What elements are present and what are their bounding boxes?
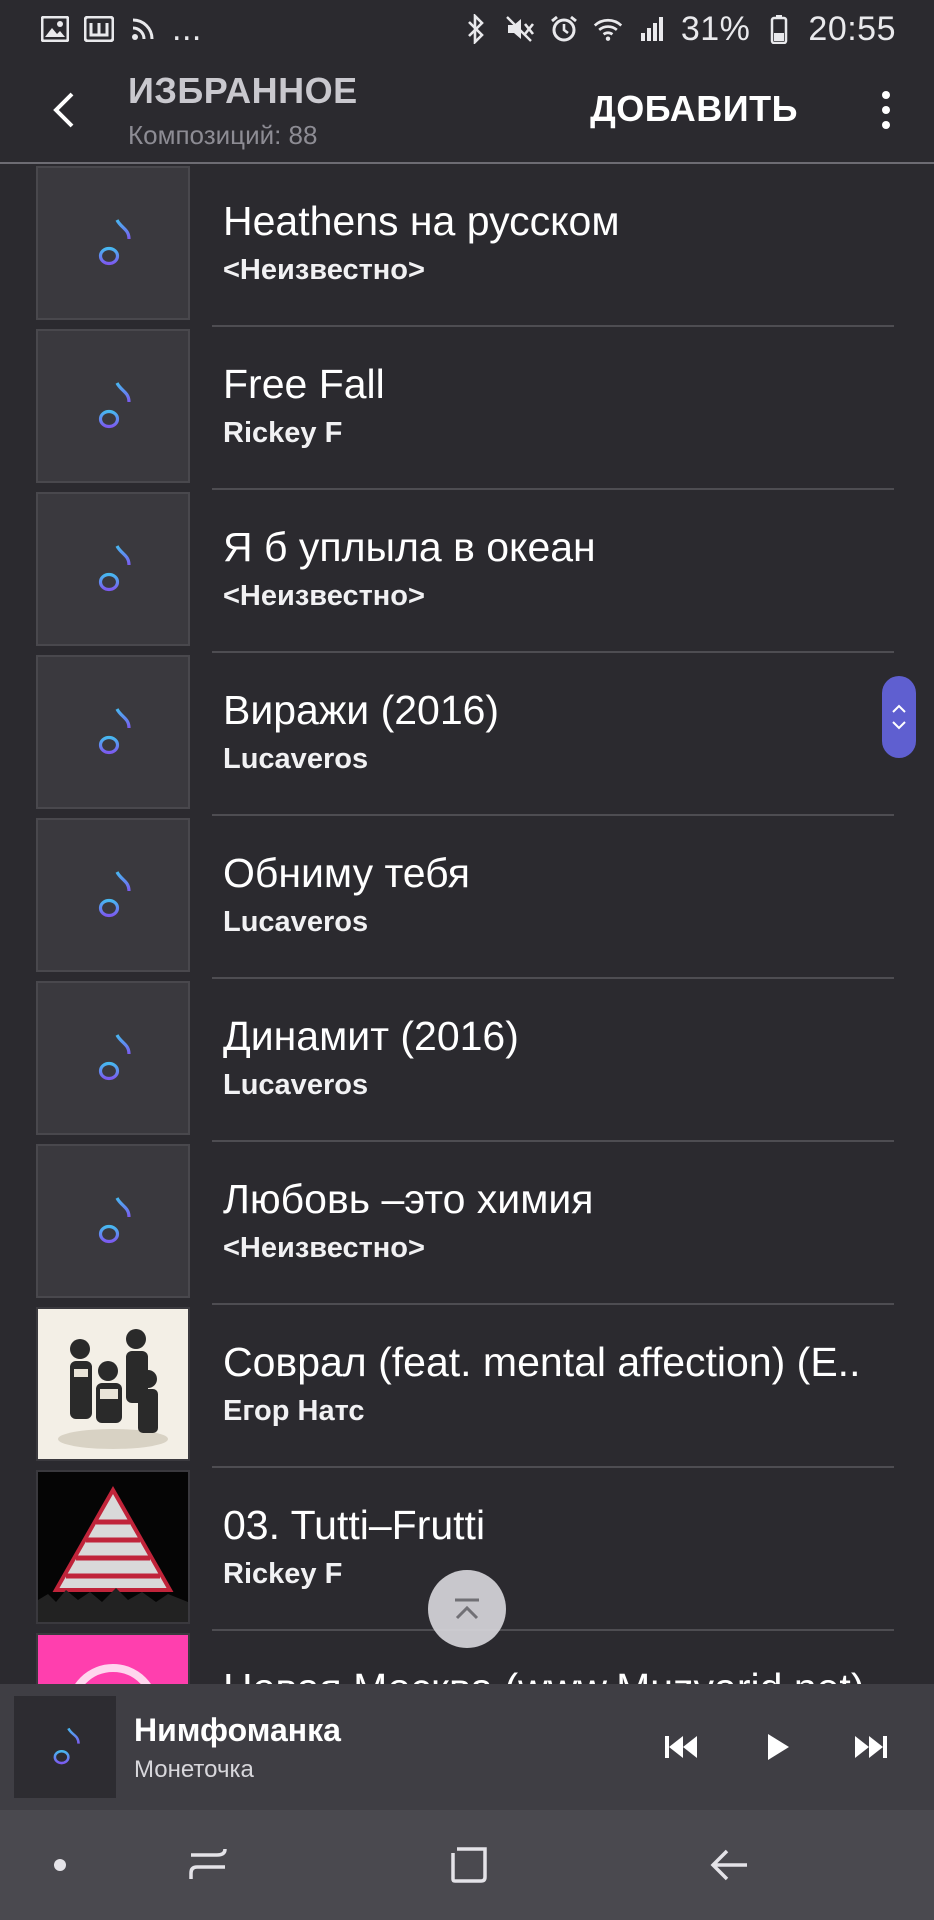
music-note-icon bbox=[98, 871, 131, 918]
mute-icon bbox=[505, 14, 535, 44]
skip-next-icon bbox=[855, 1736, 887, 1758]
album-art bbox=[36, 492, 190, 646]
recent-apps-button[interactable] bbox=[183, 1840, 233, 1890]
track-artist: <Неизвестно> bbox=[223, 1232, 425, 1264]
status-bar-left: ... bbox=[40, 10, 202, 49]
track-row[interactable]: Соврал (feat. mental affection) (E.. Егор… bbox=[0, 1305, 934, 1468]
status-bar-right: 31% 20:55 bbox=[461, 10, 896, 49]
music-note-icon bbox=[98, 219, 131, 266]
track-row[interactable]: Heathens на русском <Неизвестно> bbox=[0, 164, 934, 327]
track-row[interactable]: Я б уплыла в океан <Неизвестно> bbox=[0, 490, 934, 653]
track-title: Любовь –это химия bbox=[223, 1176, 594, 1222]
album-art bbox=[36, 1144, 190, 1298]
page-title: ИЗБРАННОЕ bbox=[128, 70, 358, 111]
chevron-up-icon bbox=[892, 704, 906, 713]
track-title: Новая Москва (www.Muzvarid.net) bbox=[223, 1665, 864, 1684]
track-artist: Rickey F bbox=[223, 1558, 343, 1590]
signal-icon bbox=[637, 14, 667, 44]
album-art bbox=[36, 1470, 190, 1624]
battery-icon bbox=[764, 14, 794, 44]
rss-icon bbox=[128, 14, 158, 44]
navigation-bar bbox=[0, 1810, 934, 1920]
track-row[interactable]: Виражи (2016) Lucaveros bbox=[0, 653, 934, 816]
back-button[interactable] bbox=[38, 84, 90, 136]
album-art bbox=[36, 329, 190, 483]
music-note-icon bbox=[98, 708, 131, 755]
album-art-pink bbox=[38, 1635, 188, 1684]
w-app-icon bbox=[84, 14, 114, 44]
scroll-to-top-icon bbox=[455, 1598, 479, 1620]
recent-apps-icon bbox=[189, 1848, 227, 1879]
music-note-icon bbox=[98, 545, 131, 592]
track-artist: <Неизвестно> bbox=[223, 580, 425, 612]
track-row[interactable]: Любовь –это химия <Неизвестно> bbox=[0, 1142, 934, 1305]
now-playing-artist: Монеточка bbox=[134, 1756, 254, 1783]
more-vertical-icon-dot bbox=[882, 91, 890, 99]
track-title: Динамит (2016) bbox=[223, 1013, 519, 1059]
next-button[interactable] bbox=[846, 1722, 896, 1772]
track-title: Я б уплыла в океан bbox=[223, 524, 596, 570]
track-count: Композиций: 88 bbox=[128, 120, 318, 150]
track-row[interactable]: Динамит (2016) Lucaveros bbox=[0, 979, 934, 1142]
music-note-icon bbox=[98, 1034, 131, 1081]
track-artist: <Неизвестно> bbox=[223, 254, 425, 286]
track-artist: Егор Натс bbox=[223, 1395, 365, 1427]
gallery-icon bbox=[40, 14, 70, 44]
previous-button[interactable] bbox=[656, 1722, 706, 1772]
track-list[interactable]: Heathens на русском <Неизвестно> Free Fall… bbox=[0, 164, 934, 1684]
add-button[interactable]: ДОБАВИТЬ bbox=[590, 88, 798, 130]
play-button[interactable] bbox=[753, 1722, 803, 1772]
clock: 20:55 bbox=[808, 9, 896, 48]
more-options-button[interactable] bbox=[864, 84, 908, 136]
music-note-icon bbox=[98, 382, 131, 429]
track-row[interactable]: Free Fall Rickey F bbox=[0, 327, 934, 490]
track-title: Виражи (2016) bbox=[223, 687, 500, 733]
chevron-down-icon bbox=[892, 721, 906, 730]
album-art bbox=[36, 655, 190, 809]
dot-icon bbox=[54, 1859, 66, 1871]
album-art bbox=[36, 1633, 190, 1684]
nav-dot-button[interactable] bbox=[35, 1840, 85, 1890]
album-art bbox=[36, 818, 190, 972]
track-title: Heathens на русском bbox=[223, 198, 620, 244]
more-vertical-icon-dot bbox=[882, 106, 890, 114]
track-artist: Lucaveros bbox=[223, 1069, 369, 1101]
track-row[interactable]: Обниму тебя Lucaveros bbox=[0, 816, 934, 979]
skip-previous-icon bbox=[665, 1736, 697, 1758]
track-title: Соврал (feat. mental affection) (E.. bbox=[223, 1339, 861, 1385]
now-playing-title: Нимфоманка bbox=[134, 1712, 341, 1748]
more-vertical-icon-dot bbox=[882, 121, 890, 129]
album-art-triangle bbox=[38, 1472, 188, 1622]
bluetooth-icon bbox=[461, 14, 491, 44]
back-nav-button[interactable] bbox=[705, 1840, 755, 1890]
fast-scroll-handle[interactable] bbox=[882, 676, 916, 758]
track-title: Обниму тебя bbox=[223, 850, 470, 896]
track-title: 03. Tutti–Frutti bbox=[223, 1502, 486, 1548]
home-icon bbox=[451, 1847, 487, 1883]
more-notifications: ... bbox=[172, 9, 202, 48]
alarm-icon bbox=[549, 14, 579, 44]
music-note-icon bbox=[98, 1197, 131, 1244]
wifi-icon bbox=[593, 14, 623, 44]
track-artist: Rickey F bbox=[223, 417, 343, 449]
back-arrow-icon bbox=[710, 1849, 747, 1881]
album-art-group-illustration bbox=[38, 1309, 188, 1459]
mini-player[interactable]: Нимфоманка Монеточка bbox=[0, 1684, 934, 1810]
status-bar: ... 31% 20:55 bbox=[0, 0, 934, 58]
music-note-icon bbox=[53, 1727, 80, 1765]
track-artist: Lucaveros bbox=[223, 906, 369, 938]
now-playing-art bbox=[14, 1696, 116, 1798]
album-art bbox=[36, 981, 190, 1135]
play-icon bbox=[768, 1734, 789, 1760]
app-header: ИЗБРАННОЕ Композиций: 88 ДОБАВИТЬ bbox=[0, 58, 934, 164]
album-art bbox=[36, 166, 190, 320]
track-title: Free Fall bbox=[223, 361, 385, 407]
album-art bbox=[36, 1307, 190, 1461]
scroll-to-top-button[interactable] bbox=[428, 1570, 506, 1648]
battery-percentage: 31% bbox=[680, 9, 751, 48]
chevron-left-icon bbox=[53, 92, 74, 128]
track-artist: Lucaveros bbox=[223, 743, 369, 775]
home-button[interactable] bbox=[444, 1840, 494, 1890]
